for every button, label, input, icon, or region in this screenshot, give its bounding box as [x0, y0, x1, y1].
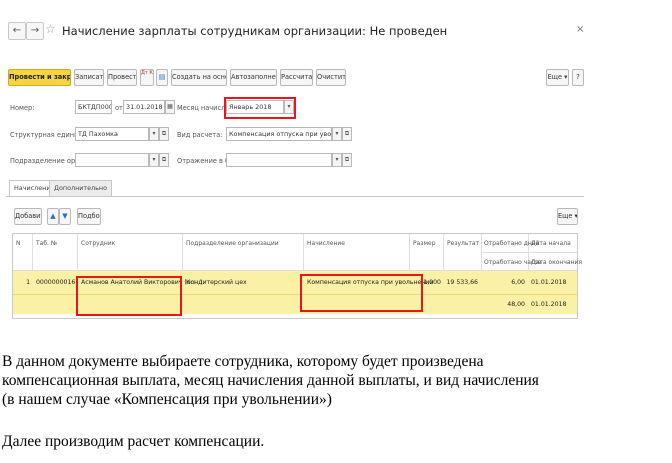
caption-line-3: (в нашем случае «Компенсация при увольне… — [2, 391, 332, 408]
calc-type-open-icon[interactable]: ⧉ — [342, 127, 352, 141]
command-bar: Провести и закрыть Записать Провести Дт … — [0, 66, 592, 90]
col-divider — [409, 234, 410, 271]
table-more-button[interactable]: Еще ▾ — [557, 208, 578, 225]
document-window: ← → ☆ Начисление зарплаты сотрудникам ор… — [0, 0, 592, 335]
reflection-field[interactable] — [226, 153, 332, 167]
add-row-button[interactable]: Добавить — [14, 208, 42, 225]
col-header-result[interactable]: Результат — [447, 240, 479, 247]
forward-button[interactable]: → — [26, 22, 44, 40]
calendar-icon[interactable]: ▦ — [165, 100, 175, 114]
create-based-on-button[interactable]: Создать на основании ▾ — [171, 69, 227, 86]
favorite-star-icon[interactable]: ☆ — [45, 22, 56, 36]
autofill-button[interactable]: Автозаполнение ▾ — [230, 69, 277, 86]
row-result[interactable]: 19 533,66 — [445, 279, 479, 286]
row-hours[interactable]: 48,00 — [483, 301, 525, 308]
col-divider — [481, 234, 482, 271]
col-divider — [77, 234, 78, 271]
col-header-end[interactable]: Дата окончания — [531, 259, 582, 266]
row-n: 1 — [26, 279, 30, 286]
col-header-accrual[interactable]: Начисление — [307, 240, 345, 247]
unit-open-icon[interactable]: ⧉ — [159, 127, 169, 141]
row-end[interactable]: 01.01.2018 — [531, 301, 566, 308]
arrow-right-icon: → — [30, 25, 40, 36]
col-header-employee[interactable]: Сотрудник — [81, 240, 115, 247]
caption-line-1: В данном документе выбираете сотрудника,… — [2, 353, 484, 370]
col-header-tab-no[interactable]: Таб. № — [36, 240, 57, 247]
more-button[interactable]: Еще ▾ — [546, 69, 569, 86]
row-department[interactable]: Кондитерский цех — [186, 279, 247, 286]
close-icon[interactable]: × — [576, 24, 584, 35]
col-divider — [303, 234, 304, 271]
arrow-left-icon: ← — [12, 25, 22, 36]
title-bar: ← → ☆ Начисление зарплаты сотрудникам ор… — [0, 0, 592, 58]
post-and-close-button[interactable]: Провести и закрыть — [8, 69, 71, 86]
back-button[interactable]: ← — [8, 22, 26, 40]
help-icon[interactable]: ? — [572, 69, 584, 86]
tab-additional[interactable]: Дополнительно — [49, 180, 113, 196]
dt-kt-icon[interactable]: Дт Кт — [140, 69, 154, 86]
calc-type-field[interactable]: Компенсация отпуска при увольнении — [226, 127, 332, 141]
calc-type-dropdown-icon[interactable]: ▾ — [332, 127, 342, 141]
col-divider — [443, 234, 444, 271]
highlight-employee — [76, 276, 182, 316]
department-field[interactable] — [75, 153, 149, 167]
tab-divider — [6, 196, 584, 197]
department-dropdown-icon[interactable]: ▾ — [149, 153, 159, 167]
caption-line-2: компенсационная выплата, месяц начислени… — [2, 372, 539, 389]
reflection-dropdown-icon[interactable]: ▾ — [332, 153, 342, 167]
highlight-accrual — [300, 274, 423, 312]
col-header-n[interactable]: N — [16, 240, 21, 247]
unit-field[interactable]: ТД Пахомка — [75, 127, 149, 141]
number-label: Номер: — [10, 104, 35, 112]
documents-icon[interactable]: ▤ — [156, 69, 168, 86]
col-header-department[interactable]: Подразделение организации — [186, 240, 279, 247]
col-header-start[interactable]: Дата начала — [531, 240, 571, 247]
caption-line-4: Далее производим расчет компенсации. — [2, 433, 265, 450]
highlight-month — [224, 97, 296, 119]
post-button[interactable]: Провести — [107, 69, 137, 86]
department-open-icon[interactable]: ⧉ — [159, 153, 169, 167]
header-divider — [481, 252, 577, 253]
calculate-button[interactable]: Рассчитать ▾ — [280, 69, 313, 86]
calc-type-label: Вид расчета: — [177, 131, 223, 139]
col-header-amount[interactable]: Размер — [413, 240, 436, 247]
clear-button[interactable]: Очистить — [316, 69, 346, 86]
move-down-icon[interactable]: ▼ — [59, 208, 71, 225]
col-divider — [182, 234, 183, 271]
save-button[interactable]: Записать — [74, 69, 104, 86]
window-title: Начисление зарплаты сотрудникам организа… — [62, 24, 448, 38]
move-up-icon[interactable]: ▲ — [47, 208, 59, 225]
select-button[interactable]: Подбор — [77, 208, 101, 225]
row-start[interactable]: 01.01.2018 — [531, 279, 566, 286]
date-field[interactable]: 31.01.2018 23:59:5 — [123, 100, 165, 114]
number-field[interactable]: БКТДП000004 — [75, 100, 112, 114]
unit-dropdown-icon[interactable]: ▾ — [149, 127, 159, 141]
col-divider — [32, 234, 33, 271]
row-days[interactable]: 6,00 — [483, 279, 525, 286]
reflection-open-icon[interactable]: ⧉ — [342, 153, 352, 167]
row-tab-no: 0000000016 — [36, 279, 76, 286]
